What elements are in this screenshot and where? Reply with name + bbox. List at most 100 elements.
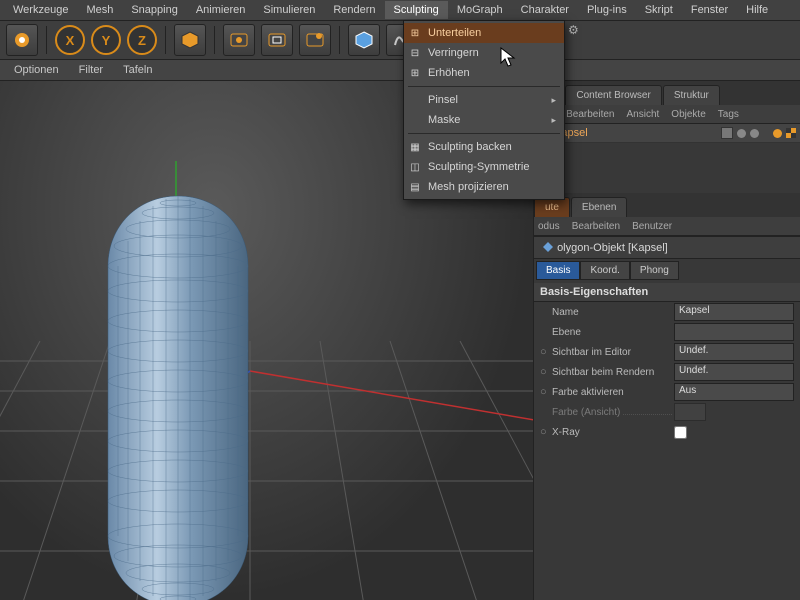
prop-bullet: ○ [540,366,550,378]
menuitem-label: Mesh projizieren [428,181,509,193]
menuitem-backen[interactable]: ▦ Sculpting backen [404,137,564,157]
brush-icon [408,93,422,107]
prop-bullet: ○ [540,386,550,398]
menu-mesh[interactable]: Mesh [77,1,122,19]
menuitem-label: Sculpting-Symmetrie [428,161,529,173]
axis-z-button[interactable]: Z [127,25,157,55]
live-select-icon[interactable] [6,24,38,56]
visibility-dot-icon[interactable] [737,129,746,138]
menuitem-erhoehen[interactable]: ⊞ Erhöhen [404,63,564,83]
menu-sculpting[interactable]: Sculpting [385,1,448,19]
subtab-basis[interactable]: Basis [536,261,580,280]
axis-x-button[interactable]: X [55,25,85,55]
om-bearbeiten[interactable]: Bearbeiten [566,109,614,120]
subdivide-icon: ⊞ [408,26,422,40]
opt-tafeln[interactable]: Tafeln [113,61,162,79]
render-settings-icon[interactable] [299,24,331,56]
menuitem-verringern[interactable]: ⊟ Verringern [404,43,564,63]
label-vis-render: Sichtbar beim Rendern [552,367,672,378]
menuitem-label: Sculpting backen [428,141,512,153]
om-tags[interactable]: Tags [718,109,739,120]
tab-struktur[interactable]: Struktur [663,85,720,105]
viewport-option-bar: Optionen Filter Tafeln [0,60,800,81]
input-name[interactable]: Kapsel [674,303,794,321]
menu-snapping[interactable]: Snapping [122,1,187,19]
project-icon: ▤ [408,180,422,194]
mask-icon [408,113,422,127]
capsule-object[interactable] [98,191,258,600]
om-ansicht[interactable]: Ansicht [627,109,660,120]
am-bearbeiten[interactable]: Bearbeiten [572,221,620,232]
menu-rendern[interactable]: Rendern [324,1,384,19]
swatch-color-view [674,403,706,421]
toolbar-separator [46,26,47,54]
label-name: Name [552,307,672,318]
increase-icon: ⊞ [408,66,422,80]
menu-mograph[interactable]: MoGraph [448,1,512,19]
toolbar-separator [214,26,215,54]
sculpting-dropdown: ⊞ Unterteilen ⊟ Verringern ⊞ Erhöhen Pinsel… [403,20,565,200]
prop-bullet: ○ [540,426,550,438]
checkbox-xray[interactable] [674,426,687,439]
select-color-activate[interactable]: Aus [674,383,794,401]
menuitem-symmetrie[interactable]: ◫Sculpting-Symmetrie [404,157,564,177]
object-manager-menu: atei Bearbeiten Ansicht Objekte Tags [534,105,800,124]
axis-y-button[interactable]: Y [91,25,121,55]
decrease-icon: ⊟ [408,46,422,60]
toolbar-separator [339,26,340,54]
menu-separator [408,86,560,87]
menuitem-projizieren[interactable]: ▤ Mesh projizieren [404,177,564,197]
subtab-koord[interactable]: Koord. [580,261,629,280]
layer-swatch-icon[interactable] [721,127,733,139]
render-icon[interactable] [223,24,255,56]
attr-subtabs: Basis Koord. Phong [536,261,800,280]
axis-x-line [250,371,533,421]
menuitem-label: Erhöhen [428,67,470,79]
tab-ebenen[interactable]: Ebenen [571,197,627,217]
tab-content-browser[interactable]: Content Browser [565,85,661,105]
menuitem-label: Verringern [428,47,479,59]
select-vis-editor[interactable]: Undef. [674,343,794,361]
menu-simulieren[interactable]: Simulieren [254,1,324,19]
menu-animieren[interactable]: Animieren [187,1,255,19]
attr-manager-menu: odus Bearbeiten Benutzer [534,217,800,236]
gear-icon[interactable]: ⚙ [568,23,584,39]
om-objekte[interactable]: Objekte [671,109,705,120]
select-vis-render[interactable]: Undef. [674,363,794,381]
menuitem-pinsel[interactable]: Pinsel [404,90,564,110]
menu-skript[interactable]: Skript [636,1,682,19]
opt-filter[interactable]: Filter [69,61,113,79]
menuitem-label: Unterteilen [428,27,481,39]
menu-werkzeuge[interactable]: Werkzeuge [4,1,77,19]
menu-hilfe[interactable]: Hilfe [737,1,777,19]
panel-tabs-top: te Content Browser Struktur [534,81,800,105]
object-cube-icon[interactable] [348,24,380,56]
section-basis: Basis-Eigenschaften [534,283,800,302]
menuitem-unterteilen[interactable]: ⊞ Unterteilen [404,23,564,43]
label-vis-editor: Sichtbar im Editor [552,347,672,358]
main-toolbar: X Y Z [0,21,800,60]
tab-attribute[interactable]: ute [534,197,570,217]
label-color-view: Farbe (Ansicht) [552,407,672,418]
checker-tag-icon[interactable] [786,128,796,138]
cube-primitive-icon[interactable] [174,24,206,56]
am-benutzer[interactable]: Benutzer [632,221,672,232]
label-ebene: Ebene [552,327,672,338]
menuitem-maske[interactable]: Maske [404,110,564,130]
object-row-kapsel[interactable]: Kapsel [534,124,800,143]
input-ebene[interactable] [674,323,794,341]
attr-object-title: olygon-Objekt [Kapsel] [534,236,800,259]
menu-separator [408,133,560,134]
menu-charakter[interactable]: Charakter [512,1,578,19]
menuitem-label: Maske [428,114,460,126]
render-dot-icon[interactable] [750,129,759,138]
menu-plugins[interactable]: Plug-ins [578,1,636,19]
opt-optionen[interactable]: Optionen [4,61,69,79]
am-modus[interactable]: odus [538,221,560,232]
subtab-phong[interactable]: Phong [630,261,679,280]
viewport-grid [0,341,533,600]
phong-tag-icon[interactable] [773,129,782,138]
render-region-icon[interactable] [261,24,293,56]
menu-fenster[interactable]: Fenster [682,1,737,19]
bake-icon: ▦ [408,140,422,154]
